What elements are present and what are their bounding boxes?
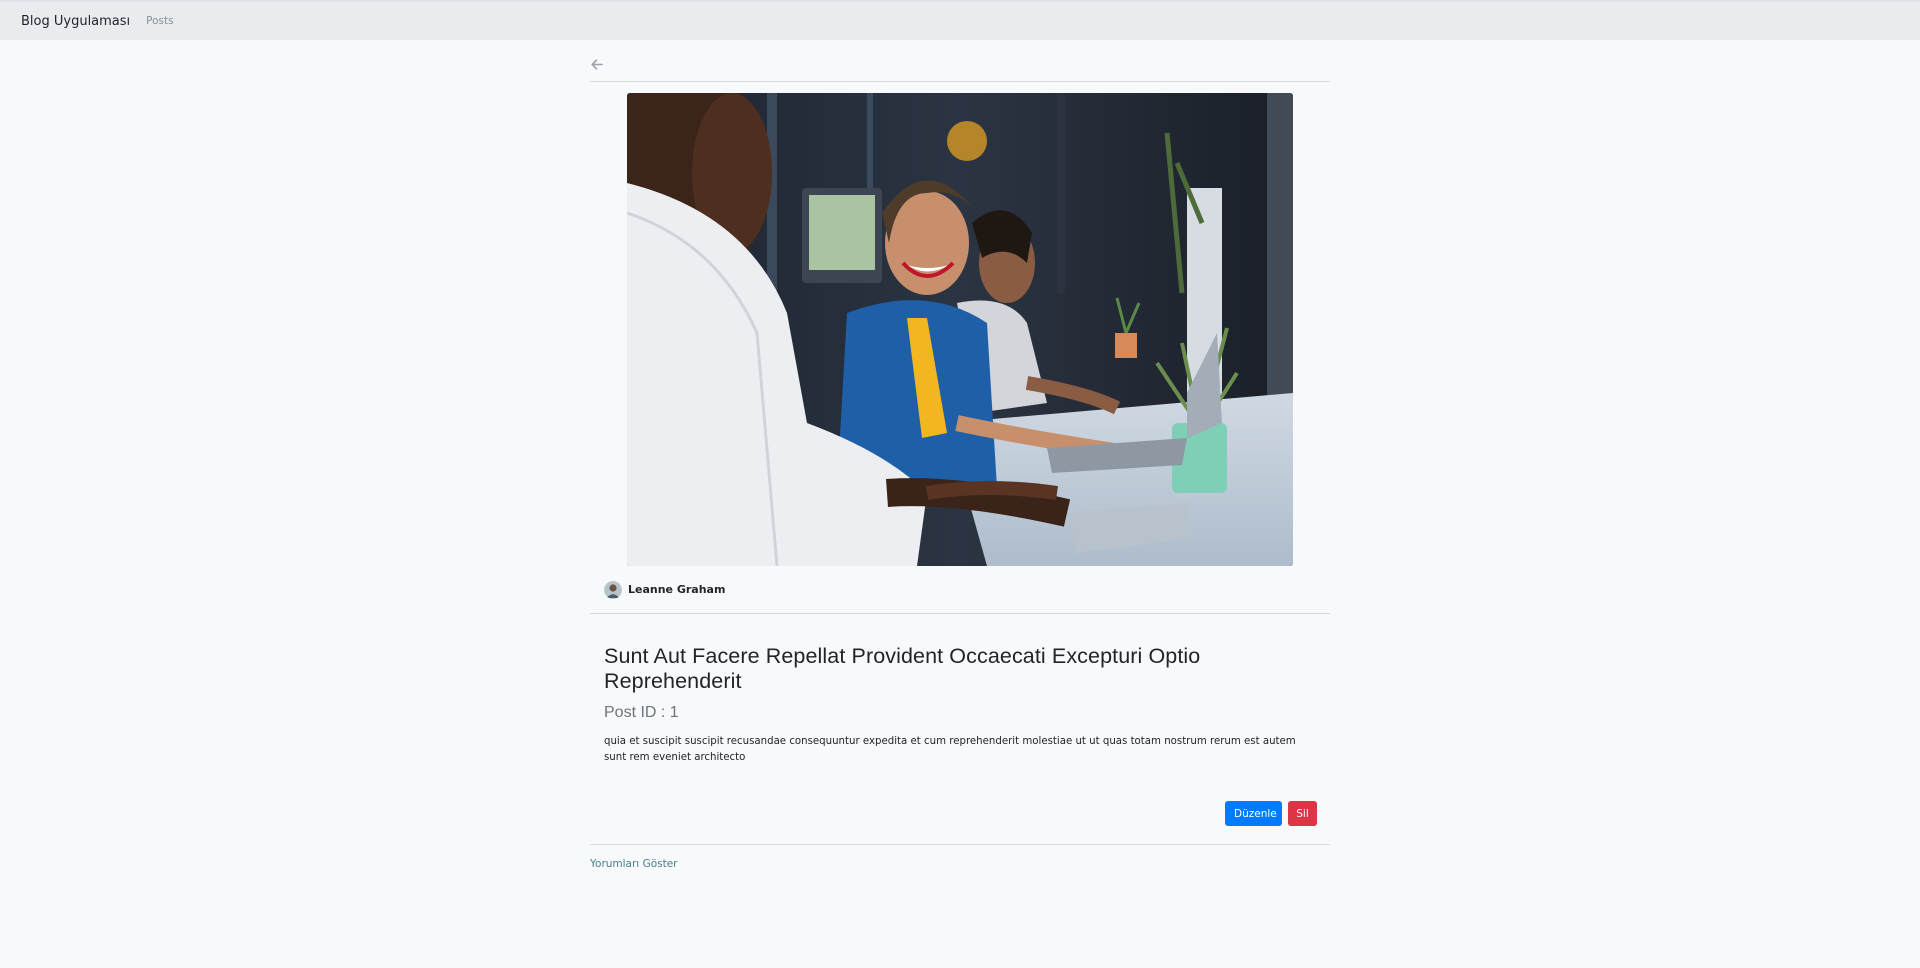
post-image xyxy=(627,93,1293,566)
navbar-brand[interactable]: Blog Uygulaması xyxy=(21,14,130,29)
post-detail: Leanne Graham Sunt Aut Facere Repellat P… xyxy=(590,40,1330,871)
author-avatar xyxy=(604,580,622,599)
nav-link-posts[interactable]: Posts xyxy=(146,15,173,27)
post-actions: Düzenle Sil xyxy=(590,801,1330,826)
edit-button[interactable]: Düzenle xyxy=(1225,801,1282,826)
post-body-text: quia et suscipit suscipit recusandae con… xyxy=(604,736,1296,763)
top-navbar: Blog Uygulaması Posts xyxy=(0,0,1920,40)
divider xyxy=(590,844,1330,845)
delete-button[interactable]: Sil xyxy=(1288,801,1317,826)
arrow-left-icon[interactable] xyxy=(590,58,604,72)
post-id-label: Post ID : 1 xyxy=(604,704,679,721)
post-content: Sunt Aut Facere Repellat Provident Occae… xyxy=(590,614,1330,766)
back-row xyxy=(590,40,1330,82)
author-name[interactable]: Leanne Graham xyxy=(628,583,725,596)
author-row: Leanne Graham xyxy=(590,566,1330,614)
show-comments-link[interactable]: Yorumları Göster xyxy=(590,858,678,870)
post-title: Sunt Aut Facere Repellat Provident Occae… xyxy=(604,644,1201,693)
